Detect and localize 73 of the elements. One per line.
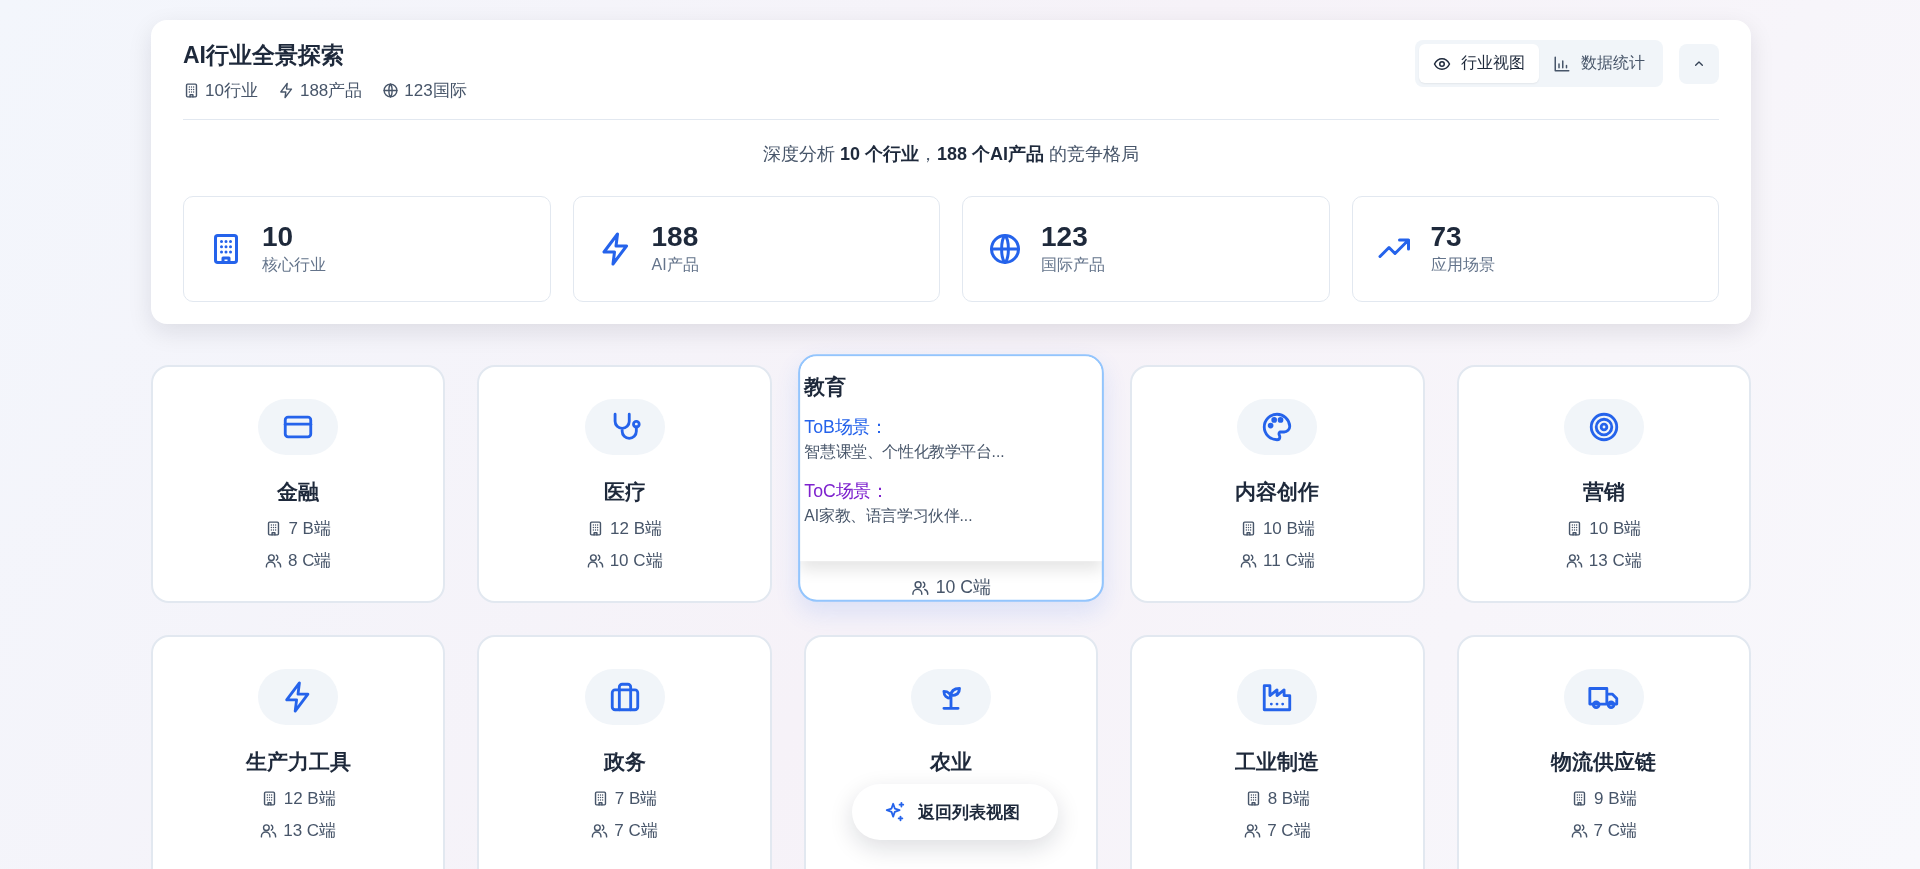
stat-label: AI产品 <box>651 254 699 275</box>
consumer-count: 7 C端 <box>1593 820 1637 842</box>
industry-name: 农业 <box>930 749 972 775</box>
industry-card[interactable]: 物流供应链 9 B端 7 C端 <box>1456 635 1751 869</box>
industry-name: 金融 <box>277 479 320 505</box>
building-icon <box>1571 790 1588 807</box>
view-tab[interactable]: 数据统计 <box>1539 44 1659 83</box>
industry-card[interactable]: 政务 7 B端 7 C端 <box>477 635 772 869</box>
stat-value: 10 <box>262 222 295 253</box>
stat-value: 123 <box>1041 222 1089 253</box>
meta-text: 188产品 <box>299 80 363 102</box>
consumer-count: 10 C端 <box>609 550 663 572</box>
stat-label: 核心行业 <box>262 254 326 275</box>
tooltip-title: 教育 <box>804 374 847 400</box>
users-icon <box>1240 552 1258 569</box>
users-icon <box>586 552 604 569</box>
industry-name: 工业制造 <box>1235 749 1320 775</box>
industry-card[interactable]: 医疗 12 B端 10 C端 <box>477 365 772 603</box>
collapse-button[interactable] <box>1679 43 1719 84</box>
users-icon <box>1570 822 1588 839</box>
globe-icon <box>987 231 1023 267</box>
business-count: 12 B端 <box>610 518 663 540</box>
industry-name: 营销 <box>1582 479 1625 505</box>
users-icon <box>260 822 278 839</box>
business-count: 12 B端 <box>283 788 336 810</box>
users-icon <box>1244 822 1262 839</box>
tob-text: 智慧课堂、个性化教学平台... <box>804 442 1006 463</box>
consumer-count: 10 C端 <box>935 576 991 600</box>
building-icon <box>183 82 200 99</box>
consumer-count: 8 C端 <box>287 550 332 572</box>
bar-chart-icon <box>1553 54 1571 73</box>
industry-card[interactable]: 生产力工具 12 B端 13 C端 <box>151 635 446 869</box>
sparkles-icon <box>884 801 906 823</box>
consumer-count: 13 C端 <box>1588 550 1642 572</box>
stat-value: 188 <box>651 222 699 253</box>
view-tab[interactable]: 行业视图 <box>1419 44 1539 83</box>
back-to-list-button[interactable]: 返回列表视图 <box>852 784 1058 840</box>
page-title: AI行业全景探索 <box>183 41 345 70</box>
stat-value: 73 <box>1430 222 1463 253</box>
industry-name: 医疗 <box>603 479 646 505</box>
business-count: 10 B端 <box>1589 518 1642 540</box>
industry-name: 政务 <box>603 749 646 775</box>
users-icon <box>1565 552 1583 569</box>
consumer-count: 11 C端 <box>1263 550 1315 572</box>
industry-card[interactable]: 工业制造 8 B端 7 C端 <box>1130 635 1425 869</box>
stat-label: 国际产品 <box>1041 254 1105 275</box>
consumer-count: 13 C端 <box>283 820 337 842</box>
meta-text: 10行业 <box>205 80 258 102</box>
users-icon <box>911 578 930 597</box>
industry-card[interactable]: 营销 10 B端 13 C端 <box>1456 365 1751 603</box>
stat-label: 应用场景 <box>1430 254 1495 275</box>
summary-text: 深度分析 10 个行业，188 个AI产品 的竞争格局 <box>761 143 1141 166</box>
consumer-count: 7 C端 <box>614 820 658 842</box>
business-count: 7 B端 <box>614 788 658 810</box>
business-count: 10 B端 <box>1262 518 1315 540</box>
industry-name: 内容创作 <box>1235 479 1320 505</box>
industry-name: 物流供应链 <box>1551 749 1657 775</box>
business-count: 7 B端 <box>288 518 331 540</box>
users-icon <box>591 822 609 839</box>
toc-label: ToC场景： <box>804 480 890 503</box>
industry-name: 生产力工具 <box>245 749 351 775</box>
tob-label: ToB场景： <box>804 416 889 440</box>
industry-card[interactable]: 金融 7 B端 8 C端 <box>151 365 446 603</box>
lightning-icon <box>277 82 295 99</box>
industry-card[interactable]: 内容创作 10 B端 11 C端 <box>1130 365 1425 603</box>
users-icon <box>264 552 282 569</box>
industry-card[interactable]: 教育 ToB场景： 智慧课堂、个性化教学平台... ToC场景： AI家教、语言学习伙伴... 10 C端 <box>797 354 1105 602</box>
globe-icon <box>382 82 400 99</box>
toc-text: AI家教、语言学习伙伴... <box>804 506 974 526</box>
meta-text: 123国际 <box>404 80 467 102</box>
business-count: 9 B端 <box>1594 788 1637 810</box>
consumer-count: 7 C端 <box>1267 820 1311 842</box>
business-count: 8 B端 <box>1267 788 1311 810</box>
